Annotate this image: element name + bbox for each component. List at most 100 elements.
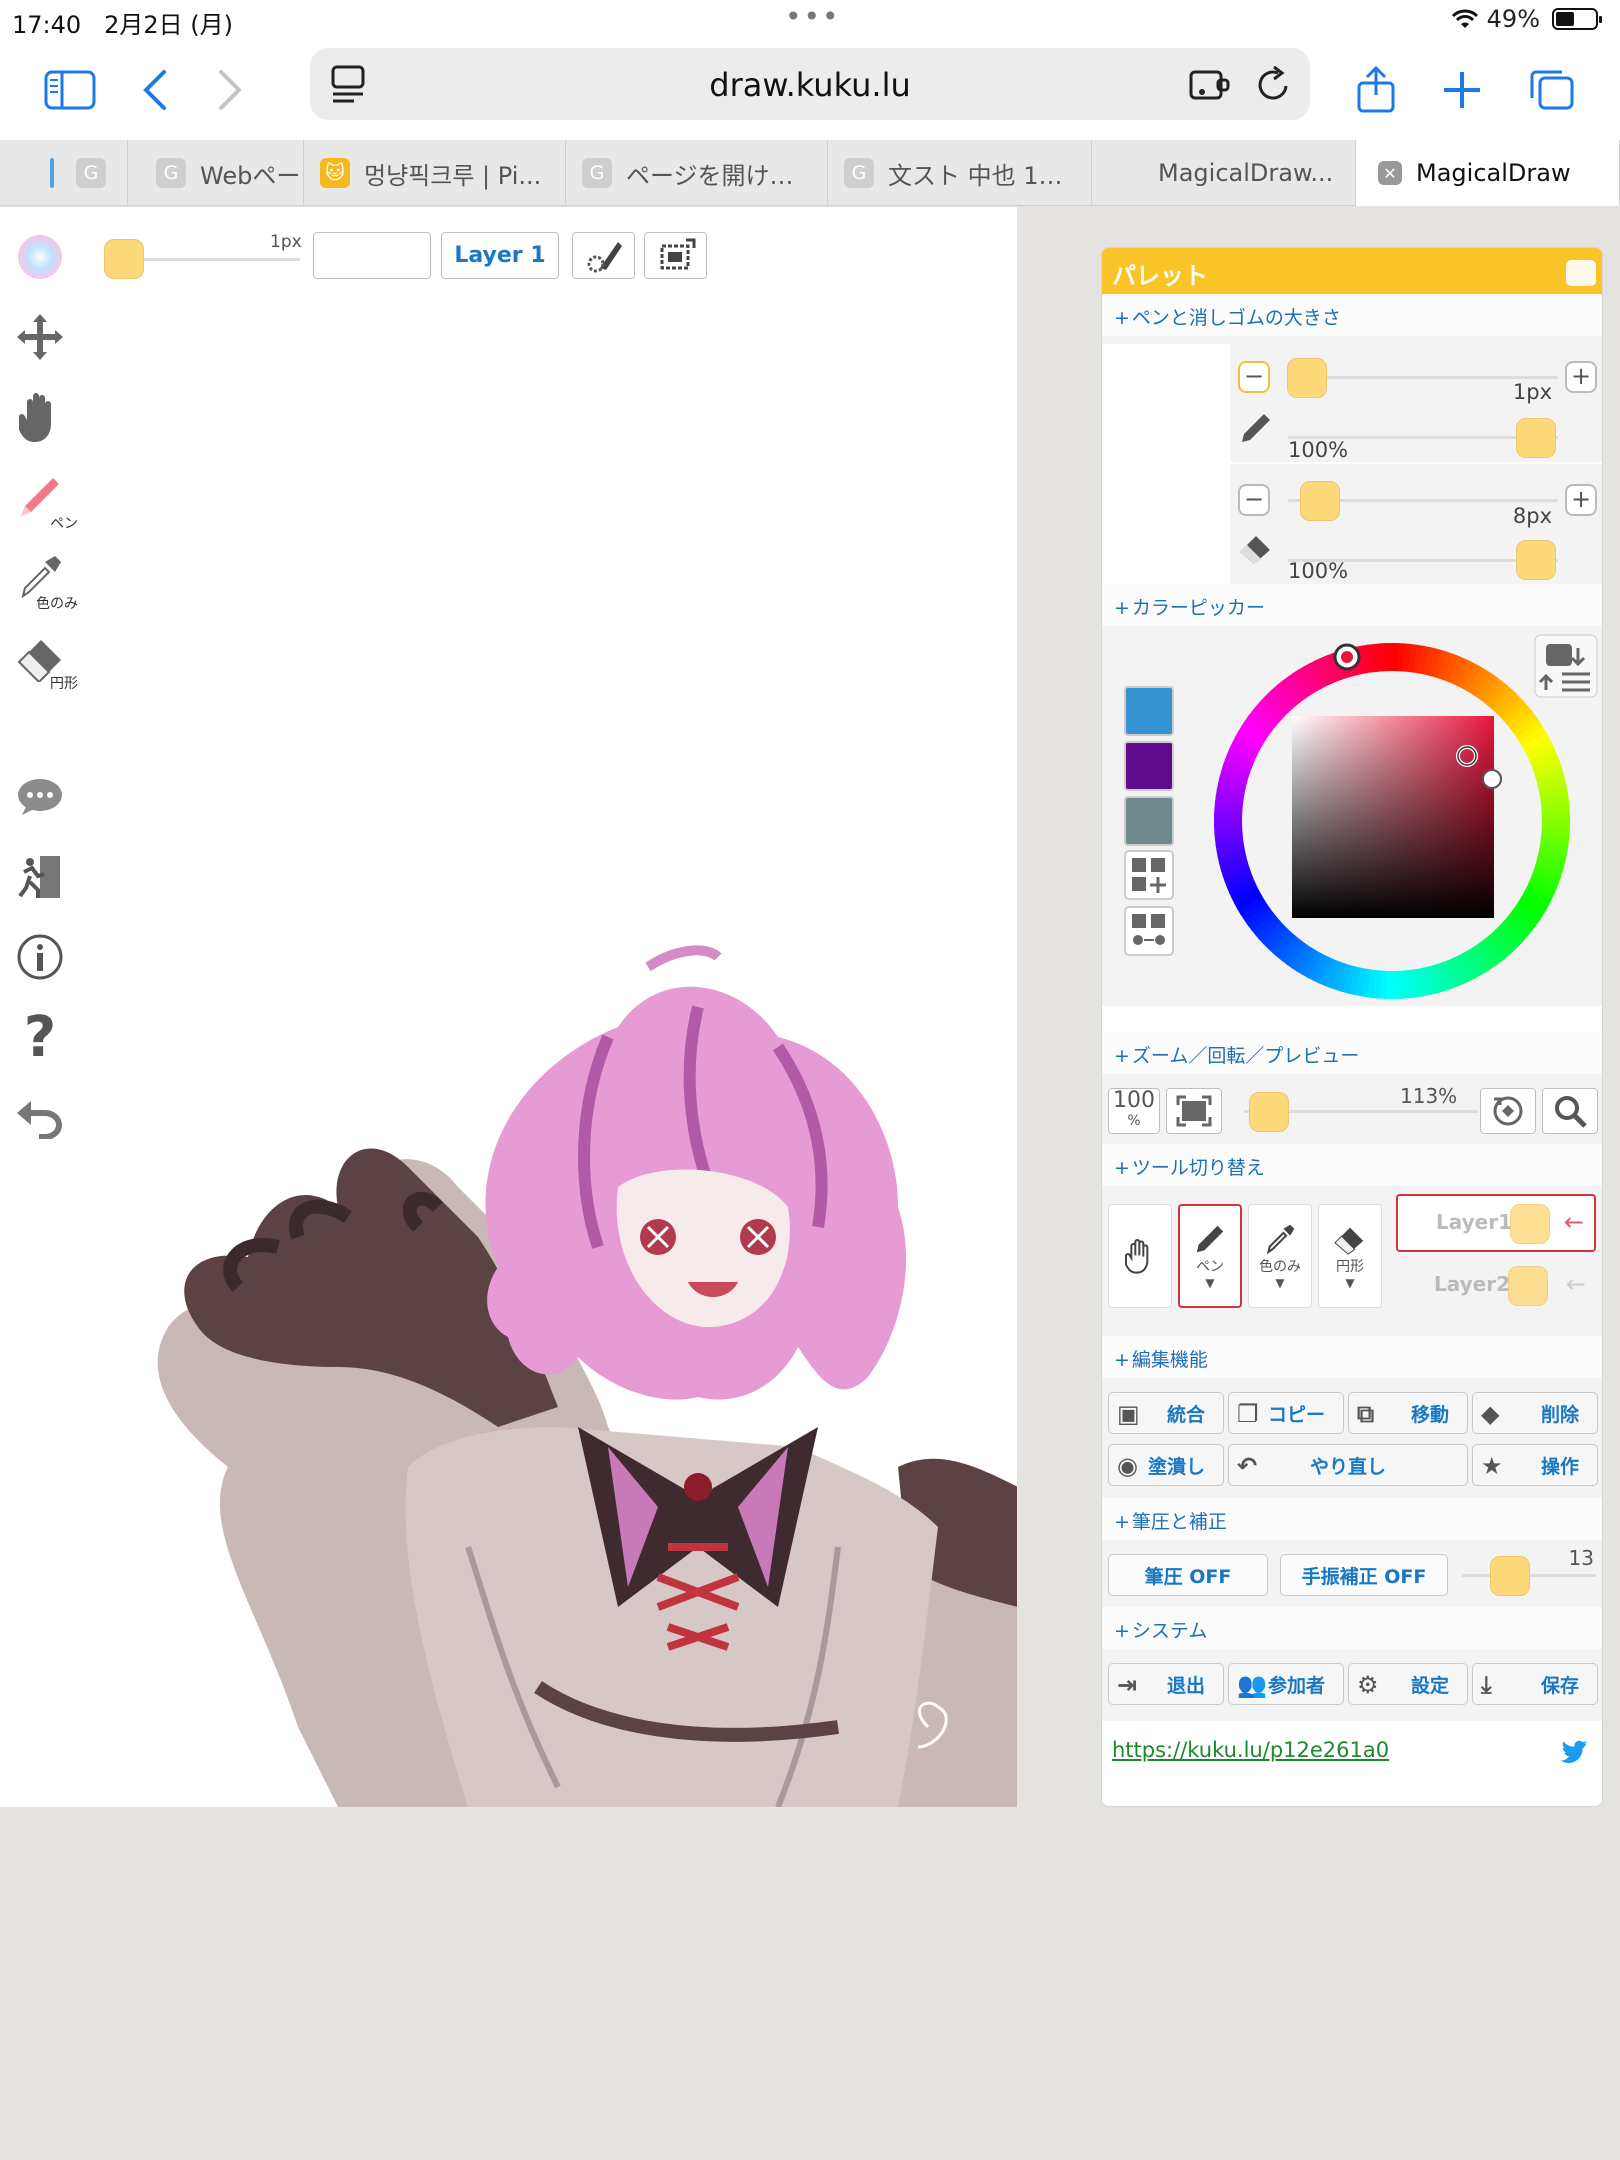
chat-icon[interactable]: [10, 767, 70, 827]
color-preview-box[interactable]: [313, 232, 431, 279]
eraser-opacity-icon: [1240, 536, 1270, 564]
exit-button[interactable]: ⇥ 退出: [1108, 1663, 1224, 1705]
tab-5[interactable]: G 文スト 中也 1…: [828, 140, 1092, 206]
redo-icon: ↶: [1237, 1452, 1258, 1480]
section-system[interactable]: + システム: [1102, 1607, 1602, 1649]
twitter-icon[interactable]: [1560, 1740, 1588, 1764]
tab-strip: G G Webペー 🐱 멍냥픽크루 | Pi... G ページを開け… G 文スト 中也…: [0, 140, 1620, 206]
fit-screen-icon[interactable]: [1166, 1088, 1222, 1134]
tool-settings-icon[interactable]: [572, 232, 635, 279]
merge-button[interactable]: ▣ 統合: [1108, 1392, 1224, 1434]
tab-1[interactable]: G: [10, 140, 128, 206]
pen-size-handle[interactable]: [1287, 358, 1327, 398]
tab-6[interactable]: MagicalDraw...: [1092, 140, 1356, 206]
drawing-canvas[interactable]: 1px Layer 1: [78, 207, 1017, 1807]
color-orb-icon[interactable]: [10, 227, 70, 287]
hand-icon[interactable]: [10, 387, 70, 447]
pen-size-track[interactable]: [1288, 376, 1558, 379]
redo-button[interactable]: ↶ やり直し: [1228, 1444, 1468, 1486]
multitask-dots[interactable]: •••: [785, 0, 841, 33]
tab-4[interactable]: G ページを開け…: [566, 140, 828, 206]
copy-button[interactable]: ❐ コピー: [1228, 1392, 1344, 1434]
eraser-opacity-handle[interactable]: [1516, 540, 1556, 580]
extension-icon[interactable]: [1188, 66, 1232, 102]
tab-2[interactable]: G Webペー: [128, 140, 304, 206]
stabilizer-handle[interactable]: [1490, 1556, 1530, 1596]
pressure-toggle[interactable]: 筆圧 OFF: [1108, 1554, 1268, 1596]
rotate-icon[interactable]: [1480, 1088, 1536, 1134]
layer-row-2[interactable]: Layer2 ←: [1396, 1258, 1596, 1310]
move-icon[interactable]: [10, 307, 70, 367]
eyedropper-icon[interactable]: 色のみ: [10, 547, 78, 612]
tabs-overview-icon[interactable]: [1522, 60, 1582, 120]
tool-switch-area: ペン ▼ 色のみ ▼ 円形 ▼ Layer1 ← Layer2 ←: [1102, 1186, 1602, 1336]
eraser-size-plus[interactable]: +: [1565, 484, 1597, 516]
add-swatch-icon[interactable]: [1124, 850, 1174, 900]
eraser-tool-icon[interactable]: 円形: [10, 627, 78, 692]
size-slider-track[interactable]: [144, 258, 300, 261]
back-icon[interactable]: [125, 60, 185, 120]
stabilizer-value: 13: [1568, 1546, 1594, 1570]
save-button[interactable]: ⤓ 保存: [1472, 1663, 1598, 1705]
color-mode-icon[interactable]: [1534, 634, 1598, 698]
tab-3[interactable]: 🐱 멍냥픽크루 | Pi...: [304, 140, 566, 206]
info-icon[interactable]: [10, 927, 70, 987]
zoom-handle[interactable]: [1249, 1092, 1289, 1132]
tool-shape-button[interactable]: 円形 ▼: [1318, 1204, 1382, 1308]
delete-button[interactable]: ◆ 削除: [1472, 1392, 1598, 1434]
layer-button[interactable]: Layer 1: [441, 232, 559, 279]
address-bar[interactable]: draw.kuku.lu: [310, 48, 1310, 120]
eraser-size-minus[interactable]: −: [1238, 484, 1270, 516]
section-pen-size[interactable]: + ペンと消しゴムの大きさ: [1102, 294, 1602, 336]
stabilizer-toggle[interactable]: 手振補正 OFF: [1280, 1554, 1448, 1596]
undo-icon[interactable]: [10, 1087, 70, 1147]
operation-button[interactable]: ★ 操作: [1472, 1444, 1598, 1486]
artwork-drawing: [157, 945, 1017, 1807]
pen-size-plus[interactable]: +: [1565, 361, 1597, 393]
palette-close-icon[interactable]: [1566, 260, 1596, 286]
fill-button[interactable]: ◉ 塗潰し: [1108, 1444, 1224, 1486]
share-icon[interactable]: [1346, 60, 1406, 120]
pen-tool-icon[interactable]: ペン: [10, 467, 78, 532]
swap-swatch-icon[interactable]: [1124, 906, 1174, 956]
pen-size-value: 1px: [1512, 380, 1552, 404]
color-swatch-1[interactable]: [1124, 686, 1174, 736]
g-favicon-icon: G: [582, 158, 612, 188]
tab-7-active[interactable]: ✕ MagicalDraw: [1356, 140, 1620, 206]
tool-pen-button[interactable]: ペン ▼: [1178, 1204, 1242, 1308]
section-tool-switch[interactable]: + ツール切り替え: [1102, 1144, 1602, 1186]
settings-button[interactable]: ⚙ 設定: [1348, 1663, 1468, 1705]
forward-icon[interactable]: [200, 60, 260, 120]
tool-hand-button[interactable]: [1108, 1204, 1172, 1308]
layer-arrow-icon: ←: [1563, 1208, 1584, 1236]
section-pressure[interactable]: + 筆圧と補正: [1102, 1498, 1602, 1540]
transform-icon[interactable]: [644, 232, 707, 279]
move-button[interactable]: ⧉ 移動: [1348, 1392, 1468, 1434]
new-tab-icon[interactable]: [1432, 60, 1492, 120]
size-slider-handle[interactable]: [104, 239, 144, 279]
preview-magnifier-icon[interactable]: [1542, 1088, 1598, 1134]
pen-size-minus[interactable]: −: [1238, 361, 1270, 393]
pen-opacity-handle[interactable]: [1516, 418, 1556, 458]
help-icon[interactable]: ?: [10, 1005, 70, 1070]
section-color-picker[interactable]: + カラーピッカー: [1102, 584, 1602, 626]
exit-door-icon[interactable]: [10, 847, 70, 907]
sidebar-icon[interactable]: [40, 60, 100, 120]
palette-panel: パレット + ペンと消しゴムの大きさ − + 1px 100% − + 8px 1…: [1101, 247, 1603, 1807]
color-swatch-3[interactable]: [1124, 796, 1174, 846]
pen-opacity-value: 100%: [1288, 438, 1349, 462]
share-link[interactable]: https://kuku.lu/p12e261a0: [1112, 1738, 1389, 1762]
color-wheel[interactable]: [1202, 631, 1582, 1011]
participants-button[interactable]: 👥 参加者: [1228, 1663, 1344, 1705]
tool-picker-button[interactable]: 色のみ ▼: [1248, 1204, 1312, 1308]
eraser-size-handle[interactable]: [1300, 481, 1340, 521]
exit-icon: ⇥: [1117, 1671, 1138, 1699]
layer-row-1[interactable]: Layer1 ←: [1396, 1194, 1596, 1252]
cat-favicon-icon: 🐱: [320, 158, 350, 188]
color-swatch-2[interactable]: [1124, 741, 1174, 791]
section-edit[interactable]: + 編集機能: [1102, 1336, 1602, 1378]
zoom-reset-button[interactable]: 100%: [1108, 1088, 1160, 1134]
section-zoom[interactable]: + ズーム／回転／プレビュー: [1102, 1032, 1602, 1074]
reload-icon[interactable]: [1256, 64, 1292, 104]
palette-header: パレット: [1102, 248, 1602, 294]
